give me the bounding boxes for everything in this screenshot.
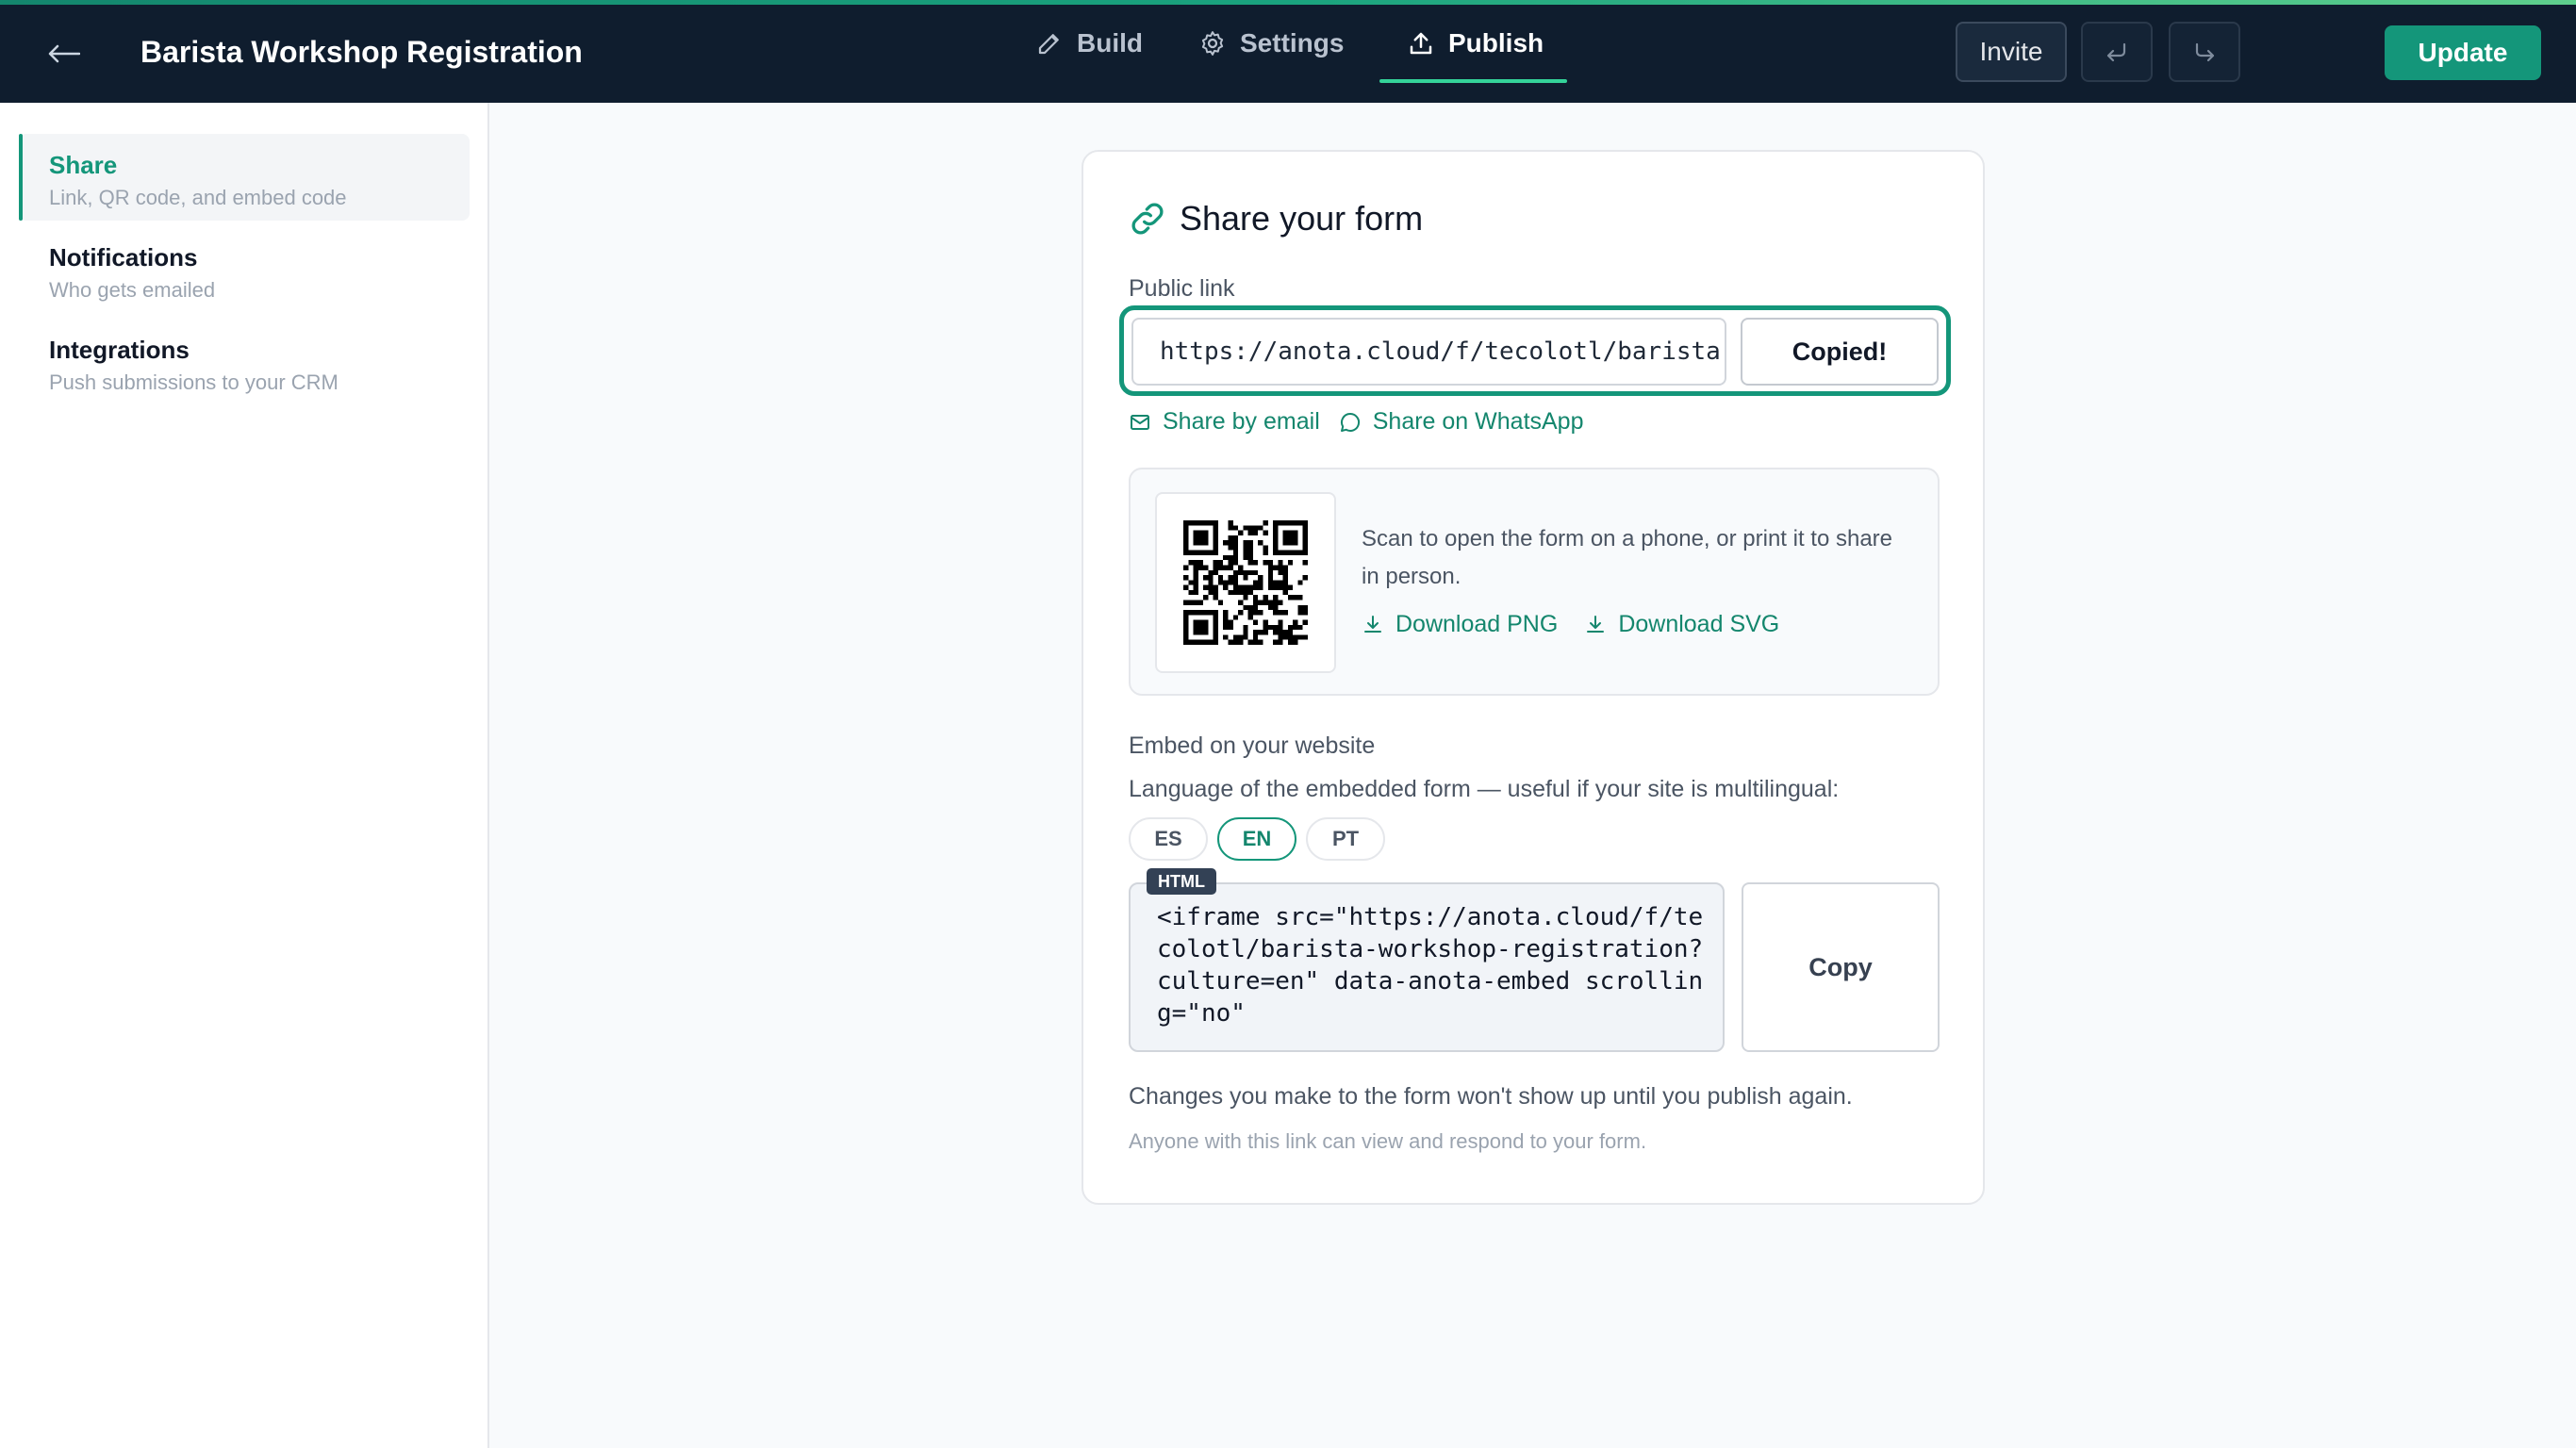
public-link-group: https://anota.cloud/f/tecolotl/barista-w… (1119, 305, 1951, 396)
language-option-es[interactable]: ES (1129, 817, 1208, 861)
arrow-left-icon (48, 44, 80, 63)
visibility-note: Anyone with this link can view and respo… (1129, 1129, 1647, 1153)
link-icon (1131, 203, 1164, 235)
share-by-email-label: Share by email (1163, 408, 1320, 435)
card-title: Share your form (1129, 199, 1423, 239)
update-button[interactable]: Update (2385, 25, 2541, 80)
tab-settings-label: Settings (1240, 28, 1345, 58)
redo-button[interactable] (2169, 22, 2240, 82)
qr-downloads: Download PNG Download SVG (1362, 611, 1779, 638)
tab-build[interactable]: Build (1035, 5, 1143, 82)
language-selector: ES EN PT (1129, 817, 1385, 861)
sidebar-item-title: Integrations (49, 336, 190, 364)
copy-embed-button[interactable]: Copy (1742, 882, 1940, 1052)
share-by-email-link[interactable]: Share by email (1129, 408, 1320, 436)
sidebar-item-notifications[interactable]: Notifications Who gets emailed (19, 226, 470, 313)
public-link-input[interactable]: https://anota.cloud/f/tecolotl/barista-w… (1131, 318, 1726, 386)
sidebar-item-subtitle: Push submissions to your CRM (49, 370, 339, 394)
sidebar-item-integrations[interactable]: Integrations Push submissions to your CR… (19, 319, 470, 405)
redo-icon (2195, 42, 2215, 62)
download-png-link[interactable]: Download PNG (1362, 611, 1558, 638)
embed-language-text: Language of the embedded form — useful i… (1129, 776, 1840, 802)
qr-code (1155, 492, 1336, 673)
publish-note: Changes you make to the form won't show … (1129, 1083, 1853, 1110)
language-option-pt[interactable]: PT (1306, 817, 1385, 861)
tab-publish-label: Publish (1448, 28, 1544, 58)
sidebar-item-subtitle: Who gets emailed (49, 278, 216, 302)
undo-button[interactable] (2081, 22, 2153, 82)
sidebar: Share Link, QR code, and embed code Noti… (0, 103, 489, 1448)
active-tab-indicator (1379, 79, 1567, 83)
tab-settings[interactable]: Settings (1198, 5, 1344, 82)
download-icon (1587, 615, 1605, 633)
embed-code-box[interactable]: <iframe src="https://anota.cloud/f/tecol… (1129, 882, 1725, 1052)
invite-button[interactable]: Invite (1956, 22, 2067, 82)
language-option-en[interactable]: EN (1217, 817, 1296, 861)
card-title-text: Share your form (1180, 199, 1424, 238)
download-png-label: Download PNG (1395, 611, 1559, 637)
sidebar-item-subtitle: Link, QR code, and embed code (49, 186, 347, 209)
qr-code-image (1183, 520, 1308, 645)
upload-icon (1410, 32, 1432, 55)
qr-description: Scan to open the form on a phone, or pri… (1362, 526, 1893, 589)
chat-bubble-icon (1340, 412, 1360, 432)
pencil-icon (1038, 34, 1059, 55)
embed-code: <iframe src="https://anota.cloud/f/tecol… (1157, 903, 1704, 1028)
download-svg-label: Download SVG (1618, 611, 1780, 637)
download-svg-link[interactable]: Download SVG (1584, 611, 1779, 638)
download-icon (1364, 615, 1381, 633)
copied-button[interactable]: Copied! (1741, 318, 1939, 386)
sidebar-item-title: Notifications (49, 243, 198, 272)
undo-icon (2106, 42, 2126, 62)
share-card: Share your form Public link https://anot… (1082, 150, 1985, 1205)
share-on-whatsapp-link[interactable]: Share on WhatsApp (1339, 408, 1584, 436)
back-button[interactable] (41, 31, 87, 76)
share-on-whatsapp-label: Share on WhatsApp (1372, 408, 1584, 435)
sidebar-item-title: Share (49, 151, 118, 179)
form-title: Barista Workshop Registration (140, 35, 583, 69)
sidebar-item-share[interactable]: Share Link, QR code, and embed code (19, 134, 470, 221)
mail-icon (1131, 414, 1149, 430)
tab-build-label: Build (1077, 28, 1143, 58)
gear-icon (1201, 31, 1224, 56)
public-link-label: Public link (1129, 275, 1235, 302)
embed-title: Embed on your website (1129, 732, 1376, 759)
share-links: Share by email Share on WhatsApp (1129, 408, 1584, 436)
qr-section: Scan to open the form on a phone, or pri… (1129, 468, 1940, 696)
tab-publish[interactable]: Publish (1407, 5, 1544, 82)
code-language-badge: HTML (1147, 868, 1216, 895)
top-bar: Barista Workshop Registration Build Sett… (0, 5, 2576, 103)
